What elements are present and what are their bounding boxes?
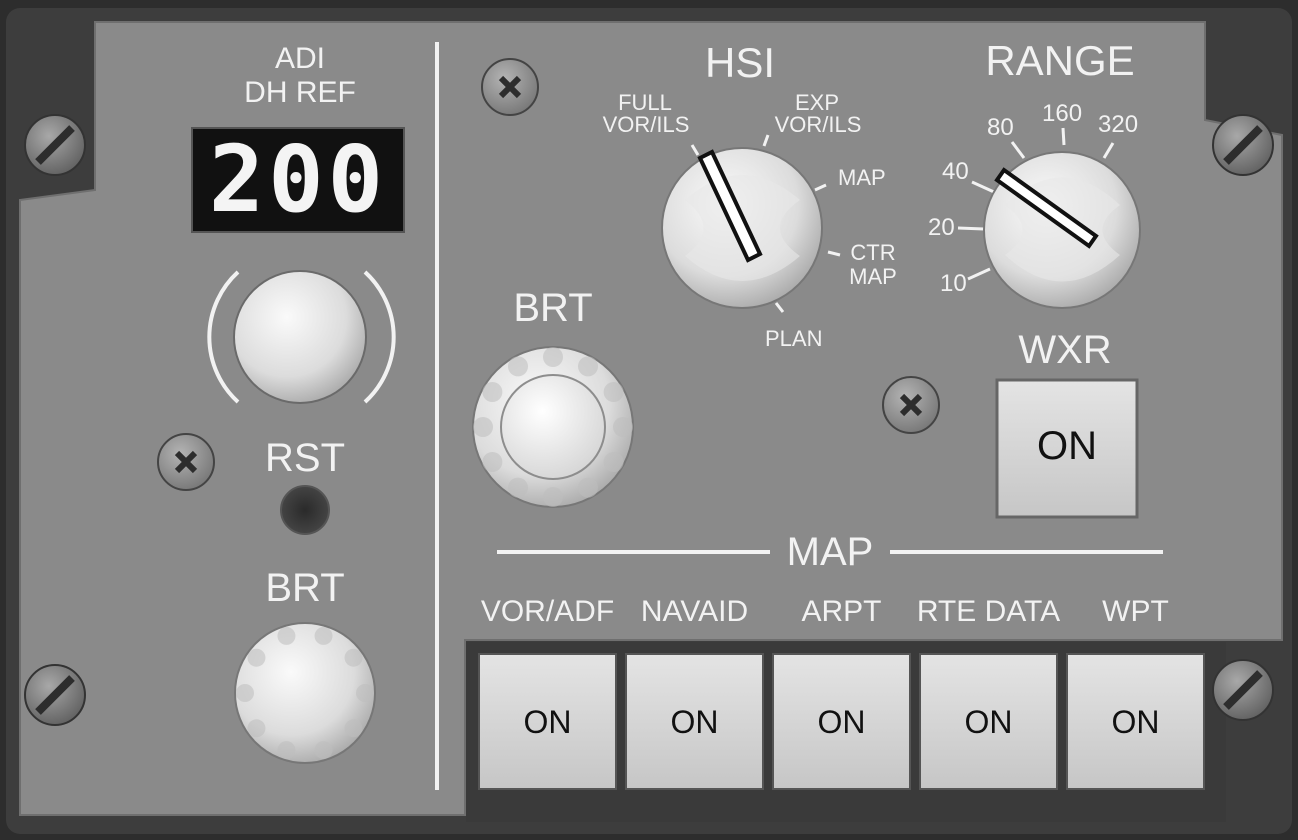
screw-top-right [1212, 114, 1274, 176]
map-button-state: ON [964, 704, 1013, 740]
map-button-vor-adf[interactable]: ON [479, 654, 616, 789]
map-button-label-rte-data: RTE DATA [916, 595, 1061, 628]
range-value-40: 40 [942, 158, 969, 185]
map-title: MAP [786, 530, 874, 574]
hsi-mode-selector[interactable] [662, 148, 822, 308]
map-button-state: ON [817, 704, 866, 740]
dh-ref-title: DH REF [244, 76, 356, 109]
map-button-state: ON [670, 704, 719, 740]
range-value-80: 80 [987, 114, 1014, 141]
range-selector[interactable] [984, 152, 1140, 308]
efis-control-panel: ADI DH REF 200 RST BRT HSI FULL VOR/ILS … [0, 0, 1298, 840]
hsi-mode-ctr-map-label: MAP [849, 264, 897, 289]
adi-title: ADI [274, 42, 325, 75]
screw-bottom-left [24, 664, 86, 726]
screw-top-left [24, 114, 86, 176]
rst-label: RST [265, 436, 345, 480]
cross-screw-wxr [882, 376, 940, 434]
hsi-mode-full-label: FULL [618, 90, 672, 115]
rst-push-button[interactable] [281, 486, 329, 534]
wxr-title: WXR [1018, 328, 1112, 372]
screw-bottom-right [1212, 659, 1274, 721]
hsi-mode-exp-label: EXP [794, 90, 840, 115]
wxr-button-label: ON [1037, 424, 1097, 468]
range-value-160: 160 [1042, 100, 1083, 127]
map-button-navaid[interactable]: ON [626, 654, 763, 789]
cross-screw-hsi [481, 58, 539, 116]
hsi-mode-ctr-label: CTR [850, 240, 896, 265]
adi-brt-control[interactable] [235, 623, 375, 763]
adi-brt-label: BRT [265, 566, 345, 610]
hsi-brt-label: BRT [513, 286, 593, 330]
range-title: RANGE [985, 37, 1135, 84]
hsi-mode-map-label: MAP [838, 165, 886, 190]
map-button-state: ON [1111, 704, 1160, 740]
hsi-mode-exp-vorils-label: VOR/ILS [774, 112, 862, 137]
map-button-arpt[interactable]: ON [773, 654, 910, 789]
hsi-mode-full-vorils-label: VOR/ILS [602, 112, 690, 137]
map-button-label-wpt: WPT [1102, 595, 1169, 628]
hsi-title: HSI [704, 39, 775, 86]
hsi-mode-plan-label: PLAN [765, 326, 823, 351]
range-value-320: 320 [1098, 111, 1139, 138]
map-button-rte-data[interactable]: ON [920, 654, 1057, 789]
cross-screw-left [157, 433, 215, 491]
hsi-brt-control[interactable] [473, 347, 633, 507]
dh-ref-readout: 200 [208, 126, 388, 233]
range-value-20: 20 [928, 214, 955, 241]
dh-ref-knob[interactable] [234, 271, 366, 403]
map-button-label-arpt: ARPT [801, 595, 882, 628]
map-button-wpt[interactable]: ON [1067, 654, 1204, 789]
map-button-state: ON [523, 704, 572, 740]
wxr-button[interactable]: ON [997, 380, 1137, 517]
map-button-label-vor-adf: VOR/ADF [480, 595, 615, 628]
map-button-label-navaid: NAVAID [640, 595, 749, 628]
range-value-10: 10 [940, 270, 967, 297]
